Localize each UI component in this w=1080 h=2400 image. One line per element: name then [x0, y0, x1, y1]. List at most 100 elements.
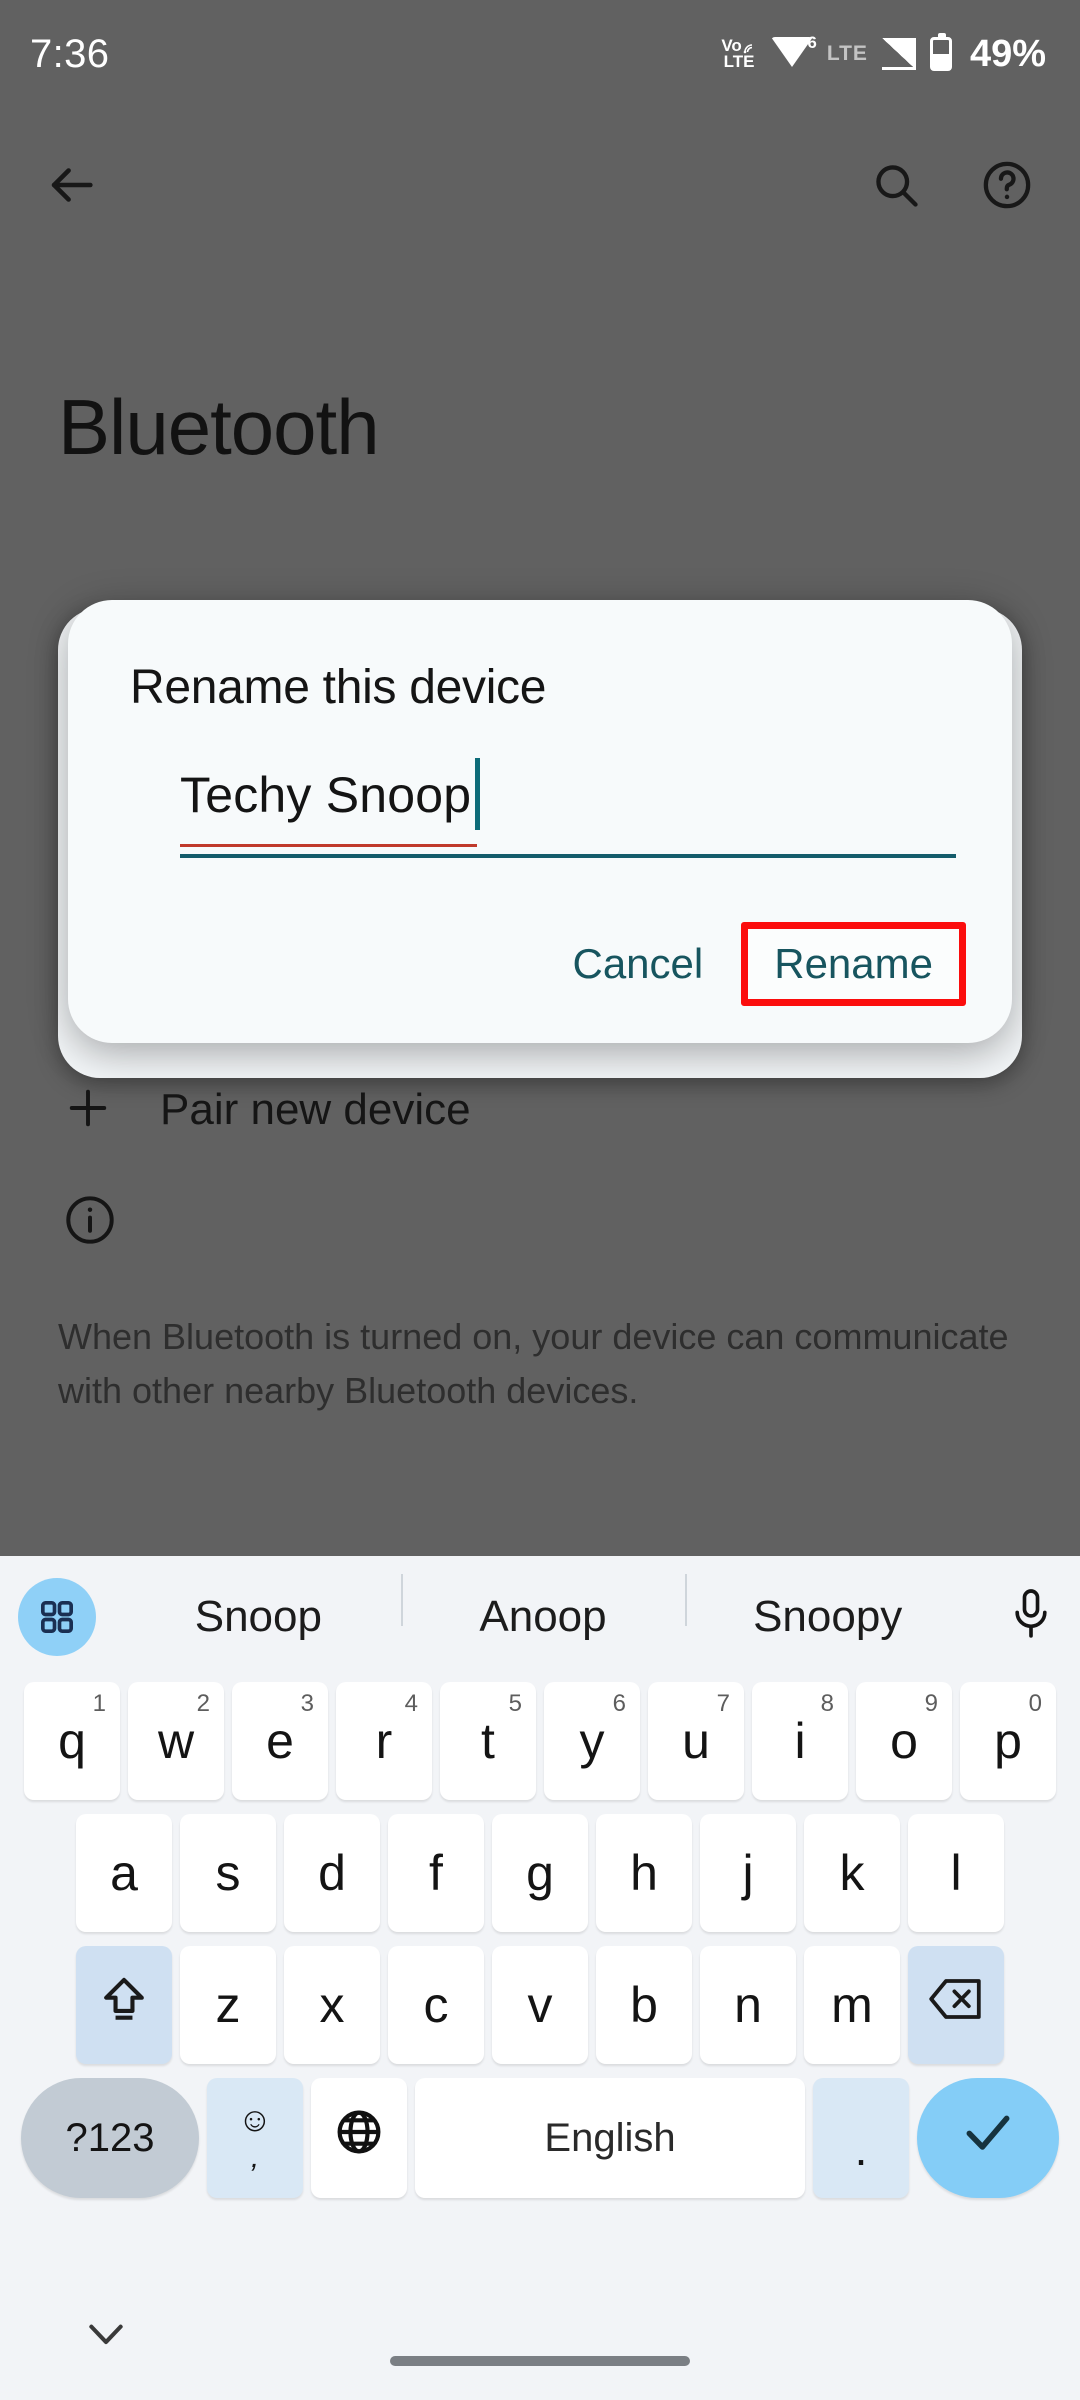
chevron-down-icon[interactable]: [84, 2318, 128, 2355]
key-label: j: [742, 1845, 754, 1901]
key-v[interactable]: v: [492, 1946, 588, 2064]
key-w[interactable]: 2w: [128, 1682, 224, 1800]
input-underline: [180, 854, 956, 858]
pair-new-device-label: Pair new device: [160, 1085, 471, 1134]
key-r[interactable]: 4r: [336, 1682, 432, 1800]
home-gesture-bar[interactable]: [390, 2356, 690, 2366]
key-g[interactable]: g: [492, 1814, 588, 1932]
app-toolbar: [0, 125, 1080, 245]
microphone-icon[interactable]: [1008, 1586, 1054, 1647]
key-h[interactable]: h: [596, 1814, 692, 1932]
volte-bottom-label: LTE: [723, 52, 755, 71]
page-title: Bluetooth: [58, 383, 380, 471]
plus-icon: [62, 1082, 114, 1139]
key-label: x: [319, 1977, 345, 2033]
key-t[interactable]: 5t: [440, 1682, 536, 1800]
key-k[interactable]: k: [804, 1814, 900, 1932]
spellcheck-underline: [180, 844, 478, 847]
key-e[interactable]: 3e: [232, 1682, 328, 1800]
key-label: t: [481, 1713, 495, 1769]
key-d[interactable]: d: [284, 1814, 380, 1932]
key-alt-label: 3: [300, 1690, 314, 1717]
key-label: a: [110, 1845, 138, 1901]
key-x[interactable]: x: [284, 1946, 380, 2064]
keyboard-row-3: z x c v b n m: [0, 1946, 1080, 2064]
key-label: b: [630, 1977, 658, 2033]
language-switch-key[interactable]: [311, 2078, 407, 2198]
key-z[interactable]: z: [180, 1946, 276, 2064]
key-u[interactable]: 7u: [648, 1682, 744, 1800]
key-label: k: [839, 1845, 865, 1901]
back-arrow-icon[interactable]: [42, 156, 100, 214]
on-screen-keyboard: Snoop Anoop Snoopy 1q 2w 3e 4r 5t 6y 7u …: [0, 1556, 1080, 2400]
backspace-key[interactable]: [908, 1946, 1004, 2064]
volte-icon: Vo LTE: [721, 37, 756, 71]
key-label: v: [527, 1977, 553, 2033]
key-label: l: [950, 1845, 962, 1901]
key-f[interactable]: f: [388, 1814, 484, 1932]
key-alt-label: 9: [924, 1690, 938, 1717]
key-alt-label: 2: [196, 1690, 210, 1717]
symbols-key[interactable]: ?123: [21, 2078, 199, 2198]
cancel-button[interactable]: Cancel: [544, 926, 731, 1002]
phone-screen: 7:36 Vo LTE 6 LTE 49% Bluetooth Pair new…: [0, 0, 1080, 2400]
key-y[interactable]: 6y: [544, 1682, 640, 1800]
key-q[interactable]: 1q: [24, 1682, 120, 1800]
rename-button[interactable]: Rename: [741, 922, 966, 1006]
key-p[interactable]: 0p: [960, 1682, 1056, 1800]
suggestion-strip: Snoop Anoop Snoopy: [0, 1556, 1080, 1678]
key-m[interactable]: m: [804, 1946, 900, 2064]
bluetooth-info-text: When Bluetooth is turned on, your device…: [58, 1316, 1009, 1411]
pair-new-device-row[interactable]: Pair new device: [0, 1050, 1080, 1170]
device-name-input[interactable]: Techy Snoop: [128, 758, 956, 858]
period-key[interactable]: .: [813, 2078, 909, 2198]
key-j[interactable]: j: [700, 1814, 796, 1932]
key-label: f: [429, 1845, 443, 1901]
key-l[interactable]: l: [908, 1814, 1004, 1932]
enter-key[interactable]: [917, 2078, 1059, 2198]
status-icon-group: Vo LTE 6 LTE 49%: [721, 33, 1046, 76]
key-label: p: [994, 1713, 1022, 1769]
device-name-value: Techy Snoop: [180, 767, 472, 823]
key-label: u: [682, 1713, 710, 1769]
battery-fill: [932, 54, 949, 68]
key-i[interactable]: 8i: [752, 1682, 848, 1800]
key-alt-label: 7: [716, 1690, 730, 1717]
wifi-generation-badge: 6: [807, 33, 817, 52]
key-label: o: [890, 1713, 918, 1769]
key-alt-label: 4: [404, 1690, 418, 1717]
emoji-key[interactable]: ☺ ,: [207, 2078, 303, 2198]
status-clock: 7:36: [30, 31, 110, 76]
key-s[interactable]: s: [180, 1814, 276, 1932]
key-label: w: [157, 1713, 195, 1769]
wifi-icon: 6: [770, 33, 817, 71]
help-circle-icon[interactable]: [980, 158, 1034, 212]
key-o[interactable]: 9o: [856, 1682, 952, 1800]
key-alt-label: 8: [820, 1690, 834, 1717]
key-a[interactable]: a: [76, 1814, 172, 1932]
search-icon[interactable]: [870, 159, 922, 211]
battery-percent-label: 49%: [969, 32, 1046, 75]
cellular-signal-icon: [881, 38, 916, 70]
suggestion-item[interactable]: Anoop: [400, 1574, 686, 1642]
key-label: y: [579, 1713, 605, 1769]
space-key[interactable]: English: [415, 2078, 805, 2198]
key-label: h: [630, 1845, 658, 1901]
key-label: q: [58, 1713, 86, 1769]
key-b[interactable]: b: [596, 1946, 692, 2064]
key-label: r: [375, 1713, 393, 1769]
shift-arrow-icon: [98, 1973, 150, 2037]
checkmark-icon: [960, 2104, 1016, 2172]
text-caret: [475, 758, 481, 830]
key-label: d: [318, 1845, 346, 1901]
suggestion-item[interactable]: Snoopy: [685, 1574, 970, 1642]
key-alt-label: 6: [612, 1690, 626, 1717]
info-circle-icon: [62, 1192, 118, 1253]
key-c[interactable]: c: [388, 1946, 484, 2064]
key-n[interactable]: n: [700, 1946, 796, 2064]
key-label: m: [831, 1977, 873, 2033]
shift-key[interactable]: [76, 1946, 172, 2064]
apps-grid-icon[interactable]: [18, 1578, 96, 1656]
suggestion-item[interactable]: Snoop: [116, 1592, 401, 1642]
dialog-title: Rename this device: [130, 661, 547, 714]
